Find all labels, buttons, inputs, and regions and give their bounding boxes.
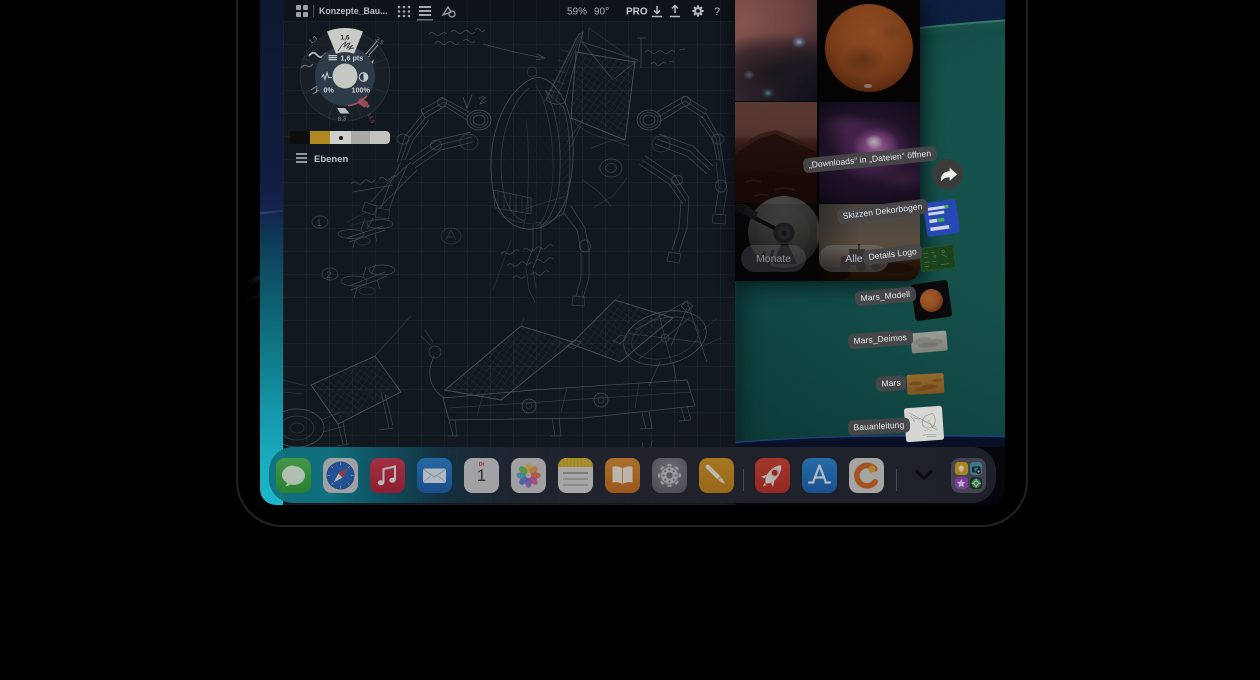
svg-text:1: 1 [317, 218, 322, 228]
svg-text:2: 2 [327, 270, 332, 280]
